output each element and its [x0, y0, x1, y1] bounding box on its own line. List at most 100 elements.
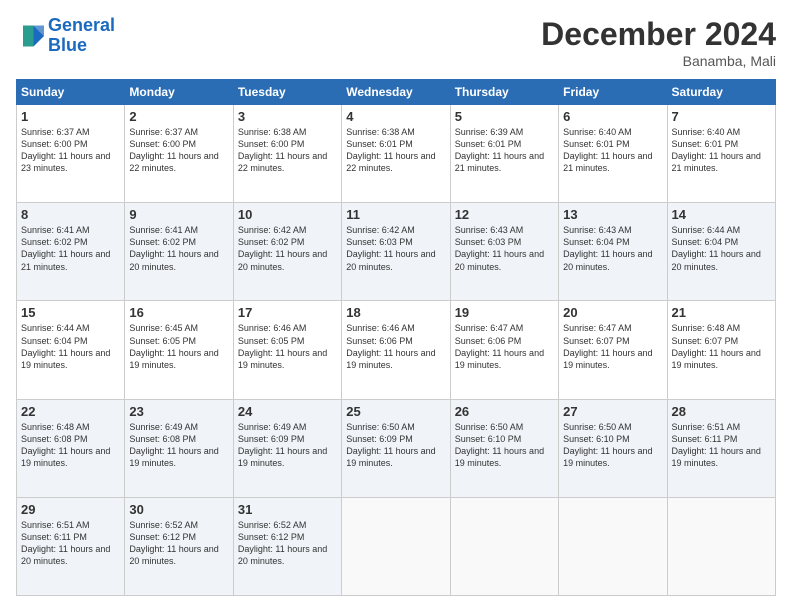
calendar-cell: 6Sunrise: 6:40 AMSunset: 6:01 PMDaylight… [559, 105, 667, 203]
cell-text: Sunrise: 6:42 AMSunset: 6:02 PMDaylight:… [238, 224, 337, 273]
col-header-saturday: Saturday [667, 80, 775, 105]
day-number: 2 [129, 109, 228, 124]
logo: General Blue [16, 16, 115, 56]
cell-text: Sunrise: 6:52 AMSunset: 6:12 PMDaylight:… [129, 519, 228, 568]
cell-text: Sunrise: 6:50 AMSunset: 6:09 PMDaylight:… [346, 421, 445, 470]
day-number: 27 [563, 404, 662, 419]
col-header-tuesday: Tuesday [233, 80, 341, 105]
day-number: 22 [21, 404, 120, 419]
calendar-cell: 23 Sunrise: 6:49 AMSunset: 6:08 PMDayligh… [125, 399, 233, 497]
day-number: 3 [238, 109, 337, 124]
cell-text: Sunrise: 6:38 AMSunset: 6:01 PMDaylight:… [346, 126, 445, 175]
cell-text: Sunrise: 6:47 AMSunset: 6:06 PMDaylight:… [455, 322, 554, 371]
calendar-cell: 20Sunrise: 6:47 AMSunset: 6:07 PMDayligh… [559, 301, 667, 399]
calendar-cell: 8 Sunrise: 6:41 AMSunset: 6:02 PMDaylight… [17, 203, 125, 301]
day-number: 7 [672, 109, 771, 124]
calendar-cell: 2 Sunrise: 6:37 AMSunset: 6:00 PMDaylight… [125, 105, 233, 203]
location-subtitle: Banamba, Mali [541, 53, 776, 69]
day-number: 13 [563, 207, 662, 222]
calendar-cell [450, 497, 558, 595]
cell-text: Sunrise: 6:46 AMSunset: 6:06 PMDaylight:… [346, 322, 445, 371]
day-number: 21 [672, 305, 771, 320]
day-number: 16 [129, 305, 228, 320]
cell-text: Sunrise: 6:43 AMSunset: 6:03 PMDaylight:… [455, 224, 554, 273]
cell-text: Sunrise: 6:38 AMSunset: 6:00 PMDaylight:… [238, 126, 337, 175]
cell-text: Sunrise: 6:44 AMSunset: 6:04 PMDaylight:… [21, 322, 120, 371]
day-number: 30 [129, 502, 228, 517]
cell-text: Sunrise: 6:46 AMSunset: 6:05 PMDaylight:… [238, 322, 337, 371]
calendar-cell [342, 497, 450, 595]
cell-text: Sunrise: 6:50 AMSunset: 6:10 PMDaylight:… [455, 421, 554, 470]
calendar-cell: 9Sunrise: 6:41 AMSunset: 6:02 PMDaylight… [125, 203, 233, 301]
calendar-cell: 18 Sunrise: 6:46 AMSunset: 6:06 PMDayligh… [342, 301, 450, 399]
cell-text: Sunrise: 6:40 AMSunset: 6:01 PMDaylight:… [672, 126, 771, 175]
day-number: 8 [21, 207, 120, 222]
cell-text: Sunrise: 6:40 AMSunset: 6:01 PMDaylight:… [563, 126, 662, 175]
cell-text: Sunrise: 6:45 AMSunset: 6:05 PMDaylight:… [129, 322, 228, 371]
calendar-cell: 10 Sunrise: 6:42 AMSunset: 6:02 PMDayligh… [233, 203, 341, 301]
col-header-monday: Monday [125, 80, 233, 105]
cell-text: Sunrise: 6:48 AMSunset: 6:08 PMDaylight:… [21, 421, 120, 470]
col-header-wednesday: Wednesday [342, 80, 450, 105]
calendar-cell: 3 Sunrise: 6:38 AMSunset: 6:00 PMDaylight… [233, 105, 341, 203]
page: General Blue December 2024 Banamba, Mali… [0, 0, 792, 612]
calendar-cell: 14 Sunrise: 6:44 AMSunset: 6:04 PMDayligh… [667, 203, 775, 301]
calendar-cell: 17Sunrise: 6:46 AMSunset: 6:05 PMDayligh… [233, 301, 341, 399]
calendar-cell: 30 Sunrise: 6:52 AMSunset: 6:12 PMDayligh… [125, 497, 233, 595]
logo-icon [16, 22, 44, 50]
col-header-thursday: Thursday [450, 80, 558, 105]
day-number: 31 [238, 502, 337, 517]
calendar-cell: 7 Sunrise: 6:40 AMSunset: 6:01 PMDaylight… [667, 105, 775, 203]
cell-text: Sunrise: 6:37 AMSunset: 6:00 PMDaylight:… [21, 126, 120, 175]
col-header-sunday: Sunday [17, 80, 125, 105]
cell-text: Sunrise: 6:51 AMSunset: 6:11 PMDaylight:… [672, 421, 771, 470]
day-number: 19 [455, 305, 554, 320]
cell-text: Sunrise: 6:52 AMSunset: 6:12 PMDaylight:… [238, 519, 337, 568]
calendar-week-row: 8 Sunrise: 6:41 AMSunset: 6:02 PMDaylight… [17, 203, 776, 301]
day-number: 29 [21, 502, 120, 517]
cell-text: Sunrise: 6:50 AMSunset: 6:10 PMDaylight:… [563, 421, 662, 470]
day-number: 23 [129, 404, 228, 419]
calendar-week-row: 29 Sunrise: 6:51 AMSunset: 6:11 PMDayligh… [17, 497, 776, 595]
day-number: 28 [672, 404, 771, 419]
day-number: 15 [21, 305, 120, 320]
cell-text: Sunrise: 6:39 AMSunset: 6:01 PMDaylight:… [455, 126, 554, 175]
day-number: 12 [455, 207, 554, 222]
calendar-cell: 12 Sunrise: 6:43 AMSunset: 6:03 PMDayligh… [450, 203, 558, 301]
calendar-cell: 29 Sunrise: 6:51 AMSunset: 6:11 PMDayligh… [17, 497, 125, 595]
day-number: 10 [238, 207, 337, 222]
logo-text: General Blue [48, 16, 115, 56]
calendar-cell: 31 Sunrise: 6:52 AMSunset: 6:12 PMDayligh… [233, 497, 341, 595]
calendar-cell: 19 Sunrise: 6:47 AMSunset: 6:06 PMDayligh… [450, 301, 558, 399]
cell-text: Sunrise: 6:42 AMSunset: 6:03 PMDaylight:… [346, 224, 445, 273]
day-number: 11 [346, 207, 445, 222]
month-title: December 2024 [541, 16, 776, 53]
cell-text: Sunrise: 6:44 AMSunset: 6:04 PMDaylight:… [672, 224, 771, 273]
title-block: December 2024 Banamba, Mali [541, 16, 776, 69]
day-number: 9 [129, 207, 228, 222]
calendar-table: SundayMondayTuesdayWednesdayThursdayFrid… [16, 79, 776, 596]
calendar-cell: 27 Sunrise: 6:50 AMSunset: 6:10 PMDayligh… [559, 399, 667, 497]
calendar-week-row: 15 Sunrise: 6:44 AMSunset: 6:04 PMDayligh… [17, 301, 776, 399]
calendar-week-row: 22 Sunrise: 6:48 AMSunset: 6:08 PMDayligh… [17, 399, 776, 497]
cell-text: Sunrise: 6:41 AMSunset: 6:02 PMDaylight:… [21, 224, 120, 273]
calendar-cell: 4 Sunrise: 6:38 AMSunset: 6:01 PMDaylight… [342, 105, 450, 203]
day-number: 1 [21, 109, 120, 124]
calendar-header-row: SundayMondayTuesdayWednesdayThursdayFrid… [17, 80, 776, 105]
calendar-cell [667, 497, 775, 595]
cell-text: Sunrise: 6:37 AMSunset: 6:00 PMDaylight:… [129, 126, 228, 175]
day-number: 24 [238, 404, 337, 419]
calendar-cell: 11 Sunrise: 6:42 AMSunset: 6:03 PMDayligh… [342, 203, 450, 301]
day-number: 18 [346, 305, 445, 320]
day-number: 4 [346, 109, 445, 124]
day-number: 5 [455, 109, 554, 124]
day-number: 25 [346, 404, 445, 419]
cell-text: Sunrise: 6:49 AMSunset: 6:08 PMDaylight:… [129, 421, 228, 470]
cell-text: Sunrise: 6:51 AMSunset: 6:11 PMDaylight:… [21, 519, 120, 568]
cell-text: Sunrise: 6:43 AMSunset: 6:04 PMDaylight:… [563, 224, 662, 273]
calendar-cell: 22 Sunrise: 6:48 AMSunset: 6:08 PMDayligh… [17, 399, 125, 497]
calendar-cell: 26 Sunrise: 6:50 AMSunset: 6:10 PMDayligh… [450, 399, 558, 497]
calendar-cell: 24Sunrise: 6:49 AMSunset: 6:09 PMDayligh… [233, 399, 341, 497]
day-number: 26 [455, 404, 554, 419]
day-number: 14 [672, 207, 771, 222]
